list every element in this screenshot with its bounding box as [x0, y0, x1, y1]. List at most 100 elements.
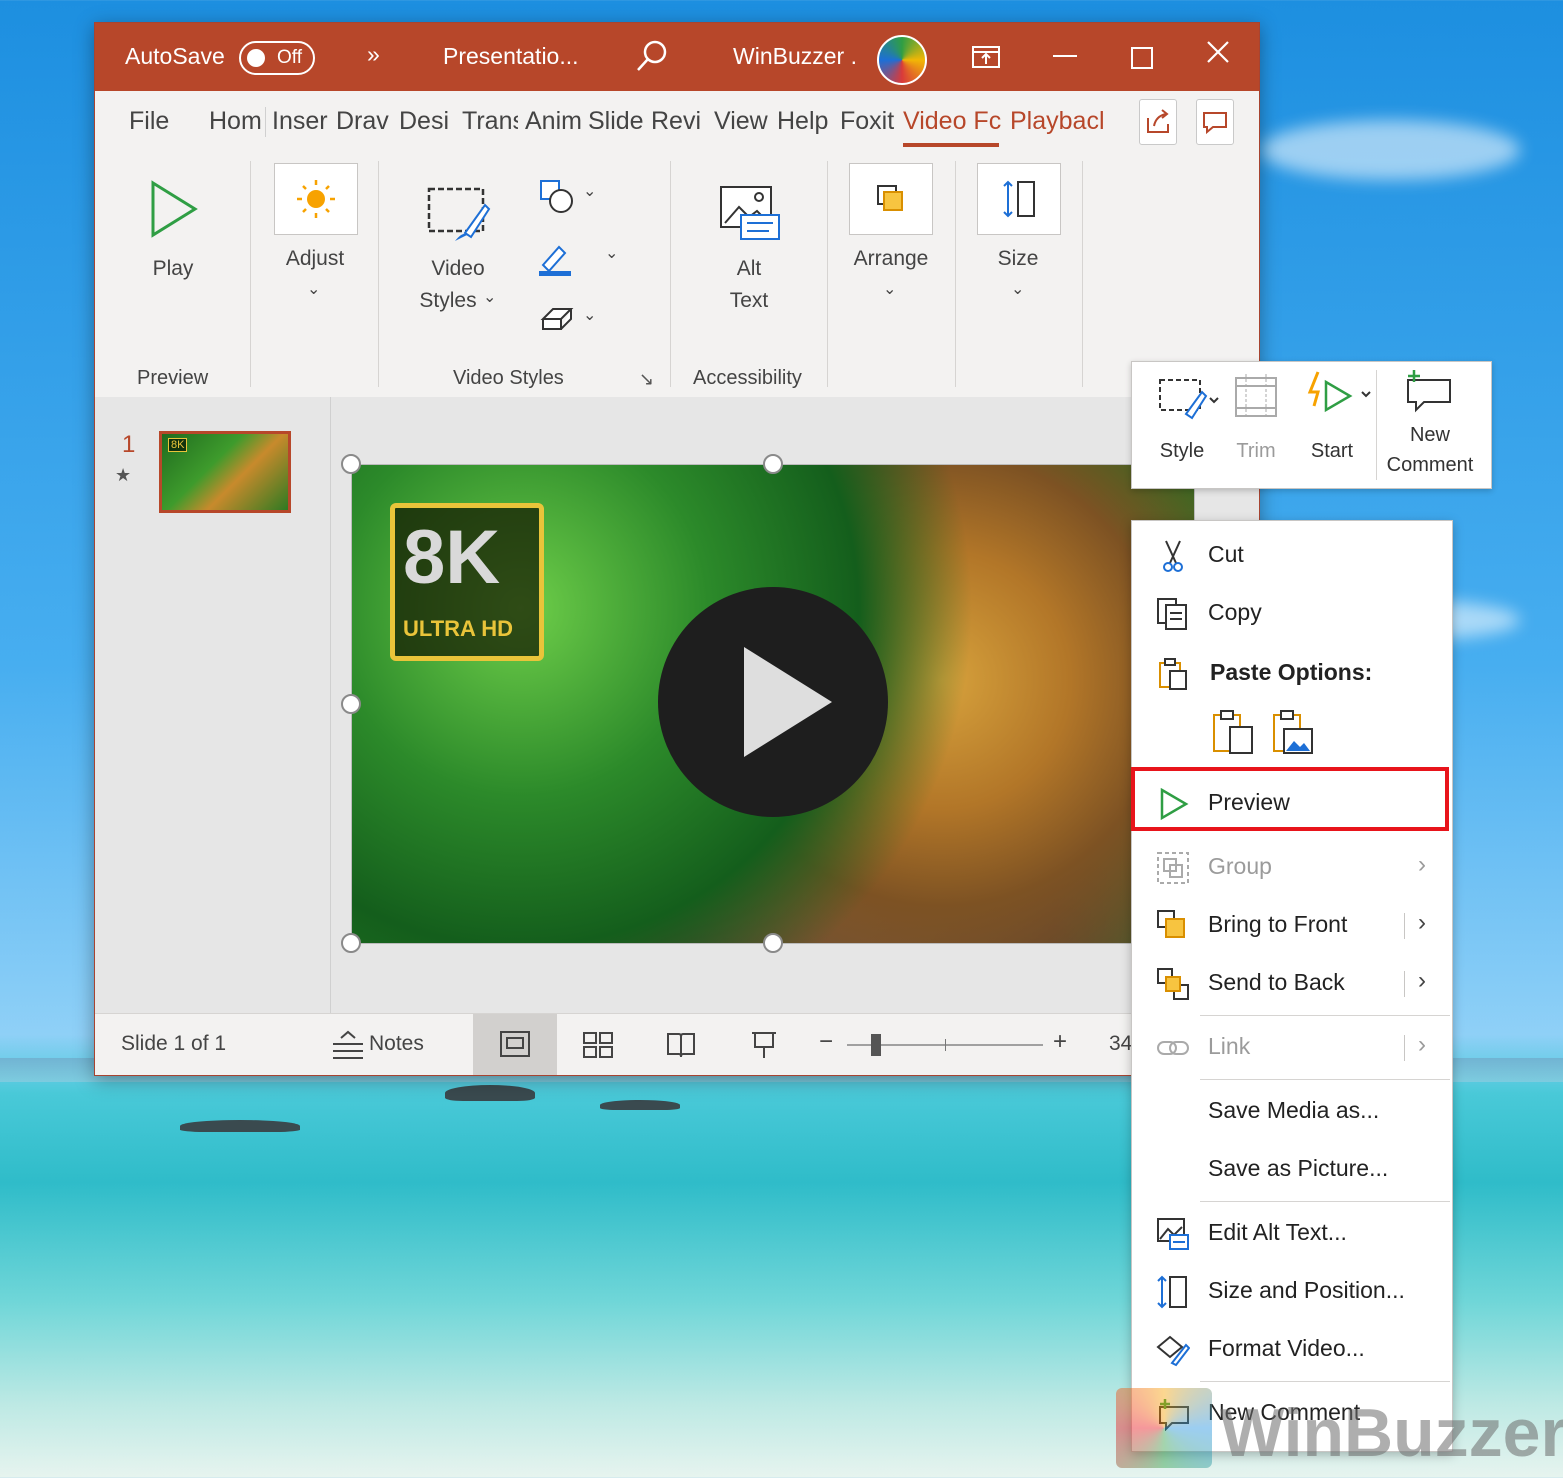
menu-item-format-video[interactable]: Format Video... [1132, 1323, 1452, 1375]
submenu-separator [1404, 1035, 1405, 1061]
style-button[interactable]: Style [1150, 440, 1214, 463]
tab-animations[interactable]: Anim [525, 107, 581, 136]
resize-handle[interactable] [341, 454, 361, 474]
tab-insert[interactable]: Inser [272, 107, 328, 136]
ribbon-tabs: File Hom Inser Drav Desi Trans Anim Slid… [95, 91, 1259, 153]
alt-text-label-1[interactable]: Alt [721, 257, 777, 281]
play-button[interactable]: Play [143, 257, 203, 281]
alt-text-icon[interactable] [719, 183, 783, 248]
zoom-in-button[interactable]: + [1053, 1028, 1067, 1056]
size-icon-box[interactable] [977, 163, 1061, 235]
video-border-icon[interactable] [537, 241, 573, 282]
maximize-icon[interactable] [1131, 47, 1153, 69]
menu-item-send-to-back[interactable]: Send to Back › [1132, 957, 1452, 1009]
zoom-out-button[interactable]: − [819, 1028, 833, 1056]
resize-handle[interactable] [763, 454, 783, 474]
alt-text-label-2[interactable]: Text [717, 289, 781, 313]
zoom-slider-thumb[interactable] [871, 1034, 881, 1056]
ribbon: Play Preview Adjust ⌄ Video Styles ⌄ ⌄ ⌄… [95, 153, 1259, 398]
close-icon[interactable] [1205, 39, 1231, 70]
normal-view-button[interactable] [473, 1014, 557, 1075]
arrange-button[interactable]: Arrange [839, 247, 943, 271]
slideshow-view-icon[interactable] [751, 1030, 777, 1065]
slide-thumbnail[interactable]: 8K [159, 431, 291, 513]
start-button[interactable]: Start [1300, 440, 1364, 463]
tab-home[interactable]: Hom [209, 107, 265, 136]
size-position-icon [1156, 1275, 1190, 1309]
chevron-right-icon[interactable]: › [1418, 909, 1426, 937]
zoom-slider[interactable] [847, 1034, 1043, 1056]
ribbon-display-options-icon[interactable] [971, 43, 1001, 76]
resize-handle[interactable] [341, 933, 361, 953]
chevron-right-icon: › [1418, 851, 1426, 878]
new-comment-label-2[interactable]: Comment [1382, 454, 1478, 477]
start-icon[interactable] [1306, 370, 1376, 427]
trim-button[interactable]: Trim [1228, 440, 1284, 463]
menu-item-bring-to-front[interactable]: Bring to Front › [1132, 899, 1452, 951]
chevron-down-icon: ⌄ [883, 281, 897, 298]
dialog-launcher-icon[interactable]: ↘ [639, 369, 654, 390]
menu-item-save-picture[interactable]: Save as Picture... [1132, 1143, 1452, 1195]
tab-review[interactable]: Revi [651, 107, 707, 136]
menu-item-cut[interactable]: Cut [1132, 529, 1452, 581]
menu-label: Save as Picture... [1208, 1155, 1389, 1181]
size-button[interactable]: Size [985, 247, 1051, 271]
video-styles-icon[interactable] [425, 185, 491, 248]
arrange-icon-box[interactable] [849, 163, 933, 235]
comments-button[interactable] [1196, 99, 1234, 145]
search-icon[interactable] [635, 39, 669, 78]
notes-icon[interactable] [331, 1028, 365, 1067]
paste-keep-formatting-icon[interactable] [1212, 709, 1254, 760]
tab-file[interactable]: File [129, 107, 169, 136]
alt-text-icon [1156, 1217, 1190, 1251]
tab-playback[interactable]: Playbacl [1010, 107, 1110, 136]
send-to-back-icon [1156, 967, 1190, 1001]
bring-to-front-icon [1156, 909, 1190, 943]
tab-video-format[interactable]: Video Fc [903, 107, 1003, 136]
video-effects-icon[interactable] [539, 303, 575, 338]
video-object[interactable]: 8K ULTRA HD [351, 464, 1195, 944]
submenu-separator [1404, 913, 1405, 939]
tab-design[interactable]: Desi [399, 107, 453, 136]
new-comment-icon[interactable] [1404, 368, 1456, 421]
video-shape-icon[interactable] [539, 179, 575, 220]
tab-draw[interactable]: Drav [336, 107, 392, 136]
play-icon[interactable] [149, 179, 199, 244]
style-icon[interactable] [1158, 376, 1220, 427]
tab-view[interactable]: View [714, 107, 770, 136]
chevron-right-icon[interactable]: › [1418, 967, 1426, 995]
tab-foxit[interactable]: Foxit [840, 107, 896, 136]
video-play-button[interactable] [658, 587, 888, 817]
chevron-right-icon: › [1418, 1031, 1426, 1058]
share-button[interactable] [1139, 99, 1177, 145]
tab-transitions[interactable]: Trans [462, 107, 518, 136]
adjust-icon-box[interactable] [274, 163, 358, 235]
more-commands-icon[interactable]: » [367, 41, 380, 68]
menu-item-group[interactable]: Group › [1132, 841, 1452, 893]
resize-handle[interactable] [341, 694, 361, 714]
menu-item-edit-alt-text[interactable]: Edit Alt Text... [1132, 1207, 1452, 1259]
tab-slideshow[interactable]: Slide [588, 107, 644, 136]
minimize-icon[interactable] [1053, 55, 1077, 57]
8k-badge: 8K ULTRA HD [390, 503, 544, 661]
avatar[interactable] [877, 35, 927, 85]
resize-handle[interactable] [763, 933, 783, 953]
notes-button[interactable]: Notes [369, 1032, 424, 1056]
video-styles-label-1[interactable]: Video [415, 257, 501, 281]
menu-item-link[interactable]: Link › [1132, 1021, 1452, 1073]
autosave-toggle[interactable]: Off [239, 41, 315, 75]
tab-help[interactable]: Help [777, 107, 833, 136]
menu-item-save-media[interactable]: Save Media as... [1132, 1085, 1452, 1137]
user-name[interactable]: WinBuzzer . [733, 43, 857, 70]
trim-icon[interactable] [1232, 372, 1280, 423]
slide-sorter-icon[interactable] [583, 1032, 613, 1063]
document-title[interactable]: Presentatio... [443, 43, 579, 70]
new-comment-label-1[interactable]: New [1392, 424, 1468, 447]
menu-item-copy[interactable]: Copy [1132, 587, 1452, 639]
reading-view-icon[interactable] [667, 1032, 695, 1063]
video-styles-label-2[interactable]: Styles [413, 289, 483, 313]
adjust-button[interactable]: Adjust [270, 247, 360, 271]
zoom-level[interactable]: 34 [1109, 1032, 1132, 1056]
menu-item-size-position[interactable]: Size and Position... [1132, 1265, 1452, 1317]
paste-as-picture-icon[interactable] [1272, 709, 1314, 760]
